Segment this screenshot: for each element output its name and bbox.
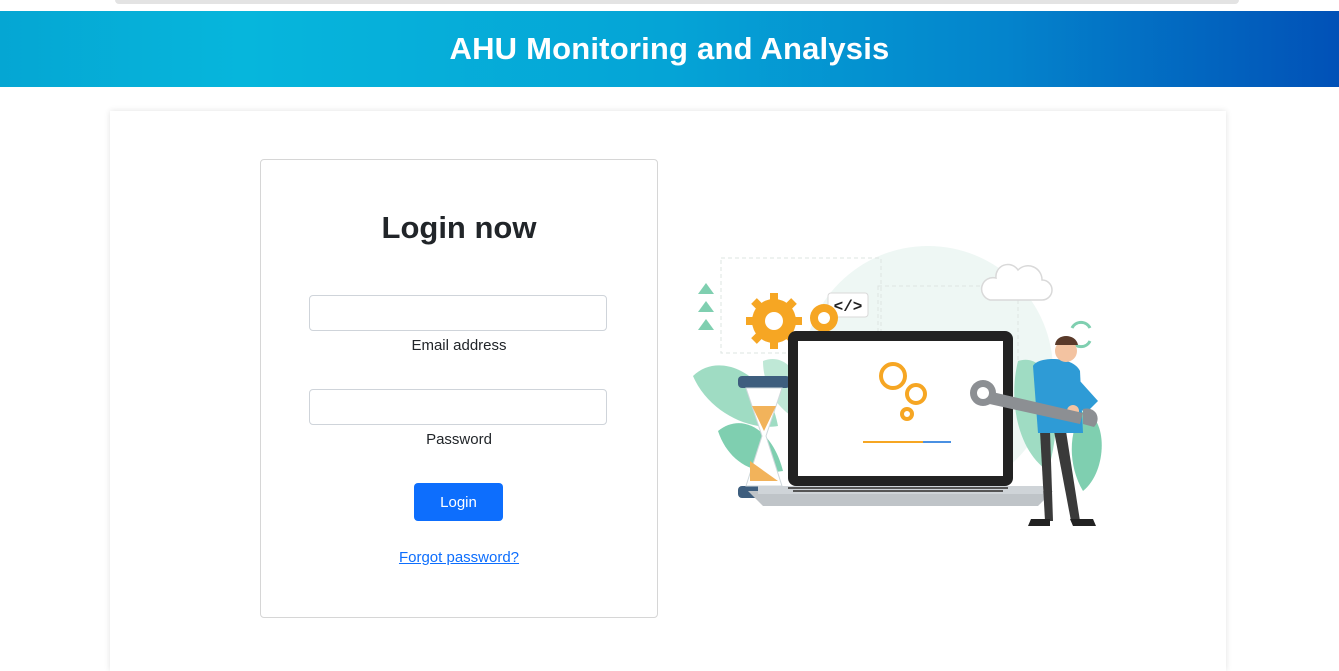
password-label: Password	[426, 431, 492, 448]
login-title: Login now	[381, 210, 537, 245]
main-card: Login now Email address Password Login F…	[110, 111, 1226, 671]
code-tag-text: </>	[834, 298, 863, 316]
app-header: AHU Monitoring and Analysis	[0, 11, 1339, 87]
forgot-password-link[interactable]: Forgot password?	[261, 549, 657, 566]
top-scrollbar[interactable]	[115, 0, 1239, 4]
laptop-icon	[748, 331, 1053, 506]
maintenance-illustration: </>	[693, 246, 1102, 526]
login-form: Login now Email address Password Login F…	[260, 159, 658, 618]
triangles-icon	[698, 283, 714, 330]
email-input[interactable]	[309, 295, 607, 331]
login-button[interactable]: Login	[414, 483, 503, 521]
app-title: AHU Monitoring and Analysis	[449, 31, 890, 66]
email-label: Email address	[411, 337, 507, 354]
leaves-icon	[693, 359, 804, 472]
password-input[interactable]	[309, 389, 607, 425]
